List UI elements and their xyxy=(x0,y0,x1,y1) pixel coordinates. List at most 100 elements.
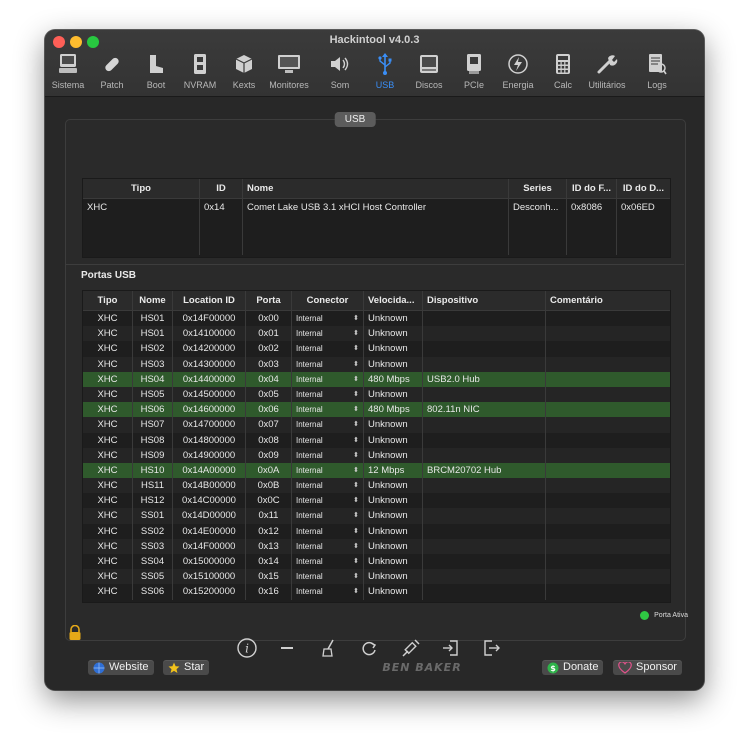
port-row[interactable]: XHC HS04 0x14400000 0x04 Internal ⬍ 480 Mbps US… xyxy=(83,371,670,387)
port-comentario[interactable] xyxy=(546,341,670,356)
port-connector-select[interactable]: Internal ⬍ xyxy=(292,478,364,494)
port-row[interactable]: XHC HS12 0x14C00000 0x0C Internal ⬍ Unknown xyxy=(83,493,670,509)
port-comentario[interactable] xyxy=(546,387,670,402)
lock-icon[interactable] xyxy=(68,624,82,646)
updown-chevron-icon[interactable]: ⬍ xyxy=(353,417,359,432)
port-row[interactable]: XHC SS05 0x15100000 0x15 Internal ⬍ Unknown xyxy=(83,569,670,585)
updown-chevron-icon[interactable]: ⬍ xyxy=(353,448,359,463)
injector-icon[interactable] xyxy=(399,637,423,661)
port-connector-select[interactable]: Internal ⬍ xyxy=(292,447,364,463)
toolbar-tab-patch[interactable]: Patch xyxy=(90,50,134,90)
port-row[interactable]: XHC HS02 0x14200000 0x02 Internal ⬍ Unknown xyxy=(83,341,670,357)
col-nome-header[interactable]: Nome xyxy=(133,291,173,310)
col-series-header[interactable]: Series xyxy=(509,179,567,198)
col-conector-header[interactable]: Conector xyxy=(292,291,364,310)
port-comentario[interactable] xyxy=(546,554,670,569)
col-dispositivo-header[interactable]: Dispositivo xyxy=(423,291,546,310)
port-comentario[interactable] xyxy=(546,326,670,341)
updown-chevron-icon[interactable]: ⬍ xyxy=(353,584,359,599)
updown-chevron-icon[interactable]: ⬍ xyxy=(353,311,359,326)
col-id-header[interactable]: ID xyxy=(200,179,243,198)
updown-chevron-icon[interactable]: ⬍ xyxy=(353,402,359,417)
port-connector-select[interactable]: Internal ⬍ xyxy=(292,311,364,327)
port-connector-select[interactable]: Internal ⬍ xyxy=(292,402,364,418)
updown-chevron-icon[interactable]: ⬍ xyxy=(353,524,359,539)
port-connector-select[interactable]: Internal ⬍ xyxy=(292,386,364,403)
updown-chevron-icon[interactable]: ⬍ xyxy=(353,493,359,508)
port-connector-select[interactable]: Internal ⬍ xyxy=(292,554,364,570)
toolbar-tab-sistema[interactable]: Sistema xyxy=(46,50,90,90)
port-row[interactable]: XHC HS10 0x14A00000 0x0A Internal ⬍ 12 Mbps BRC… xyxy=(83,462,670,479)
port-connector-select[interactable]: Internal ⬍ xyxy=(292,341,364,357)
port-row[interactable]: XHC SS04 0x15000000 0x14 Internal ⬍ Unknown xyxy=(83,554,670,570)
toolbar-tab-calc[interactable]: Calc xyxy=(541,50,585,90)
port-connector-select[interactable]: Internal ⬍ xyxy=(292,432,364,448)
port-comentario[interactable] xyxy=(546,478,670,493)
toolbar-tab-utilit-rios[interactable]: Utilitários xyxy=(585,50,629,90)
port-comentario[interactable] xyxy=(546,402,670,417)
port-comentario[interactable] xyxy=(546,508,670,523)
updown-chevron-icon[interactable]: ⬍ xyxy=(353,478,359,493)
port-connector-select[interactable]: Internal ⬍ xyxy=(292,417,364,433)
updown-chevron-icon[interactable]: ⬍ xyxy=(353,508,359,523)
toolbar-tab-monitores[interactable]: Monitores xyxy=(267,50,311,90)
updown-chevron-icon[interactable]: ⬍ xyxy=(353,372,359,387)
port-connector-select[interactable]: Internal ⬍ xyxy=(292,371,364,387)
toolbar-tab-logs[interactable]: Logs xyxy=(635,50,679,90)
port-comentario[interactable] xyxy=(546,357,670,372)
port-comentario[interactable] xyxy=(546,417,670,432)
controller-table[interactable]: Tipo ID Nome Series ID do F... ID do D..… xyxy=(82,178,671,258)
toolbar-tab-usb[interactable]: USB xyxy=(363,50,407,90)
col-nome-header[interactable]: Nome xyxy=(243,179,509,198)
port-row[interactable]: XHC SS03 0x14F00000 0x13 Internal ⬍ Unknown xyxy=(83,538,670,554)
port-row[interactable]: XHC HS09 0x14900000 0x09 Internal ⬍ Unknown xyxy=(83,447,670,463)
port-comentario[interactable] xyxy=(546,524,670,539)
toolbar-tab-pcie[interactable]: PCIe xyxy=(452,50,496,90)
port-connector-select[interactable]: Internal ⬍ xyxy=(292,569,364,585)
port-row[interactable]: XHC HS06 0x14600000 0x06 Internal ⬍ 480 Mbps 80… xyxy=(83,402,670,418)
port-comentario[interactable] xyxy=(546,584,670,599)
toolbar-tab-nvram[interactable]: NVRAM xyxy=(178,50,222,90)
port-row[interactable]: XHC HS07 0x14700000 0x07 Internal ⬍ Unknown xyxy=(83,417,670,433)
port-row[interactable]: XHC HS11 0x14B00000 0x0B Internal ⬍ Unknown xyxy=(83,478,670,494)
updown-chevron-icon[interactable]: ⬍ xyxy=(353,387,359,402)
port-row[interactable]: XHC HS05 0x14500000 0x05 Internal ⬍ Unknown xyxy=(83,386,670,403)
port-connector-select[interactable]: Internal ⬍ xyxy=(292,523,364,539)
port-row[interactable]: XHC HS03 0x14300000 0x03 Internal ⬍ Unknown xyxy=(83,356,670,372)
port-connector-select[interactable]: Internal ⬍ xyxy=(292,493,364,509)
col-vendor-id-header[interactable]: ID do F... xyxy=(567,179,617,198)
controller-row[interactable]: XHC 0x14 Comet Lake USB 3.1 xHCI Host Co… xyxy=(83,199,670,255)
col-comentario-header[interactable]: Comentário xyxy=(546,291,670,310)
toolbar-tab-energia[interactable]: Energia xyxy=(496,50,540,90)
port-comentario[interactable] xyxy=(546,539,670,554)
updown-chevron-icon[interactable]: ⬍ xyxy=(353,569,359,584)
minus-icon[interactable] xyxy=(275,637,299,661)
col-velocidade-header[interactable]: Velocida... xyxy=(364,291,423,310)
port-comentario[interactable] xyxy=(546,569,670,584)
export-icon[interactable] xyxy=(479,637,503,661)
updown-chevron-icon[interactable]: ⬍ xyxy=(353,463,359,478)
port-row[interactable]: XHC HS08 0x14800000 0x08 Internal ⬍ Unknown xyxy=(83,432,670,448)
port-row[interactable]: XHC HS01 0x14F00000 0x00 Internal ⬍ Unknown xyxy=(83,311,670,327)
port-connector-select[interactable]: Internal ⬍ xyxy=(292,538,364,554)
port-comentario[interactable] xyxy=(546,448,670,463)
port-connector-select[interactable]: Internal ⬍ xyxy=(292,462,364,479)
toolbar-tab-discos[interactable]: Discos xyxy=(407,50,451,90)
refresh-icon[interactable] xyxy=(357,637,381,661)
sponsor-button[interactable]: Sponsor xyxy=(613,660,682,675)
port-connector-select[interactable]: Internal ⬍ xyxy=(292,584,364,600)
port-connector-select[interactable]: Internal ⬍ xyxy=(292,356,364,372)
ports-table[interactable]: Tipo Nome Location ID Porta Conector Vel… xyxy=(82,290,671,603)
toolbar-tab-som[interactable]: Som xyxy=(318,50,362,90)
port-row[interactable]: XHC SS02 0x14E00000 0x12 Internal ⬍ Unknown xyxy=(83,523,670,539)
port-comentario[interactable] xyxy=(546,433,670,448)
col-location-header[interactable]: Location ID xyxy=(173,291,246,310)
col-device-id-header[interactable]: ID do D... xyxy=(617,179,670,198)
info-icon[interactable]: i xyxy=(235,637,259,661)
updown-chevron-icon[interactable]: ⬍ xyxy=(353,433,359,448)
import-icon[interactable] xyxy=(439,637,463,661)
port-row[interactable]: XHC SS06 0x15200000 0x16 Internal ⬍ Unknown xyxy=(83,584,670,600)
updown-chevron-icon[interactable]: ⬍ xyxy=(353,341,359,356)
donate-button[interactable]: $ Donate xyxy=(542,660,604,675)
toolbar-tab-boot[interactable]: Boot xyxy=(134,50,178,90)
